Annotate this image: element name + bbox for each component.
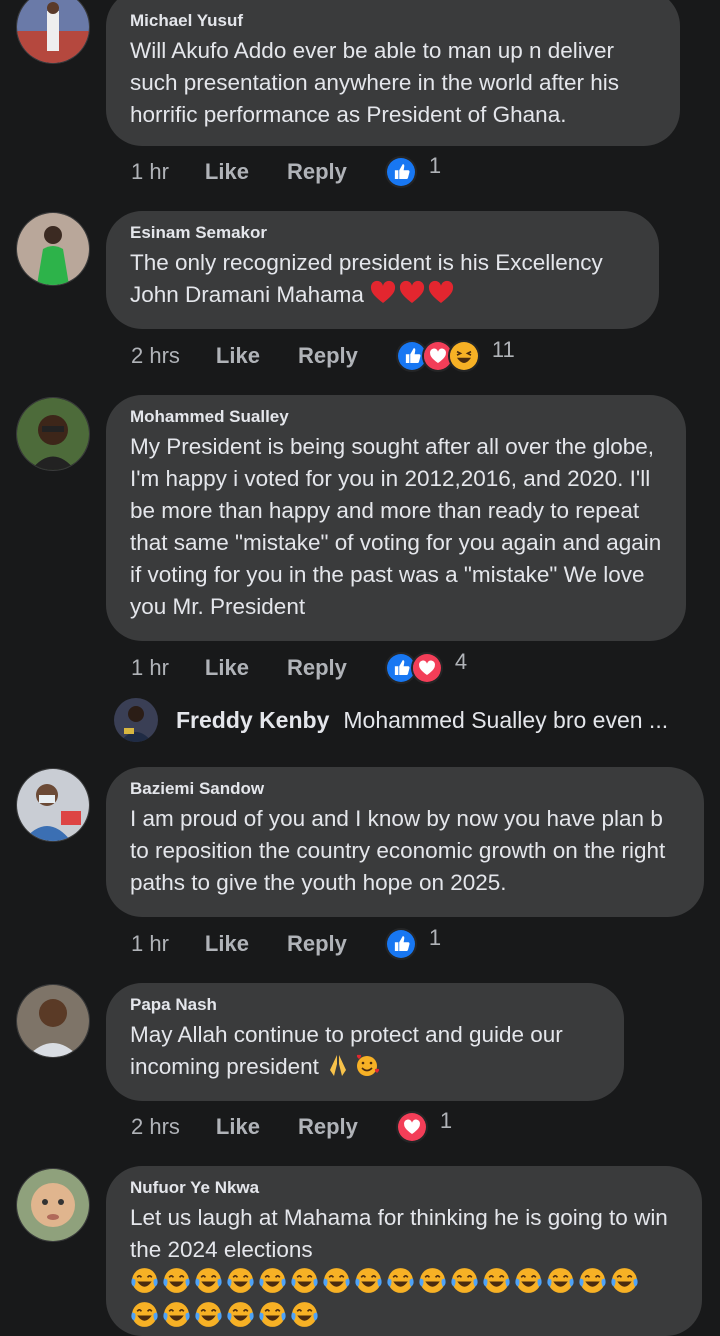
comment-text: My President is being sought after all o… [130, 434, 662, 619]
commenter-name[interactable]: Michael Yusuf [130, 11, 658, 31]
reaction-count[interactable]: 1 [429, 153, 441, 179]
like-button[interactable]: Like [205, 159, 249, 185]
tears-of-joy-icon [578, 1266, 607, 1295]
comment-text: I am proud of you and I know by now you … [130, 806, 666, 895]
comment-actions: 1 hr Like Reply 4 [131, 649, 467, 684]
tears-of-joy-icon [322, 1266, 351, 1295]
comment-bubble: Baziemi Sandow I am proud of you and I k… [106, 767, 704, 917]
comment-text: May Allah continue to protect and guide … [130, 1022, 563, 1079]
tears-of-joy-icon [162, 1266, 191, 1295]
tears-of-joy-icon [546, 1266, 575, 1295]
avatar[interactable] [16, 768, 90, 842]
avatar[interactable] [16, 0, 90, 64]
commenter-name[interactable]: Nufuor Ye Nkwa [130, 1178, 680, 1198]
tears-of-joy-icon [258, 1266, 287, 1295]
tears-of-joy-icon [450, 1266, 479, 1295]
timestamp[interactable]: 2 hrs [131, 1114, 180, 1140]
comment-actions: 2 hrs Like Reply 1 [131, 1108, 452, 1143]
like-button[interactable]: Like [216, 343, 260, 369]
comment-bubble: Nufuor Ye Nkwa Let us laugh at Mahama fo… [106, 1166, 702, 1336]
tears-of-joy-icon [610, 1266, 639, 1295]
tears-of-joy-icon [482, 1266, 511, 1295]
smiling-face-with-hearts-icon [354, 1052, 380, 1078]
reply-text: Mohammed Sualley bro even ... [343, 706, 669, 733]
timestamp[interactable]: 2 hrs [131, 343, 180, 369]
commenter-name[interactable]: Baziemi Sandow [130, 779, 682, 799]
like-reaction-icon [384, 928, 417, 960]
comment-text: The only recognized president is his Exc… [130, 250, 603, 307]
comment-actions: 2 hrs Like Reply 11 [131, 337, 515, 372]
tears-of-joy-icon [354, 1266, 383, 1295]
reply-button[interactable]: Reply [287, 159, 347, 185]
reaction-count[interactable]: 1 [440, 1108, 452, 1134]
tears-of-joy-icon [290, 1266, 319, 1295]
avatar[interactable] [16, 212, 90, 286]
reaction-count[interactable]: 1 [429, 925, 441, 951]
love-reaction-icon [410, 652, 443, 684]
reply-button[interactable]: Reply [287, 931, 347, 957]
avatar[interactable] [16, 1168, 90, 1242]
folded-hands-icon [325, 1052, 351, 1078]
reply-button[interactable]: Reply [298, 1114, 358, 1140]
like-button[interactable]: Like [205, 931, 249, 957]
love-reaction-icon [395, 1111, 428, 1143]
reaction-summary[interactable] [384, 928, 417, 960]
red-heart-icon [428, 280, 454, 306]
tears-of-joy-icon [514, 1266, 543, 1295]
reaction-summary[interactable] [395, 340, 480, 372]
reply-button[interactable]: Reply [287, 655, 347, 681]
like-button[interactable]: Like [216, 1114, 260, 1140]
tears-of-joy-icon [130, 1266, 159, 1295]
comment-text: Let us laugh at Mahama for thinking he i… [130, 1202, 680, 1334]
avatar[interactable] [114, 698, 158, 742]
tears-of-joy-icon [386, 1266, 415, 1295]
timestamp[interactable]: 1 hr [131, 655, 169, 681]
comment-bubble: Michael Yusuf Will Akufo Addo ever be ab… [106, 0, 680, 146]
avatar[interactable] [16, 397, 90, 471]
commenter-name[interactable]: Mohammed Sualley [130, 407, 664, 427]
timestamp[interactable]: 1 hr [131, 931, 169, 957]
like-reaction-icon [384, 156, 417, 188]
reply-preview[interactable]: Freddy Kenby Mohammed Sualley bro even .… [114, 698, 668, 742]
haha-reaction-icon [447, 340, 480, 372]
comment-bubble: Mohammed Sualley My President is being s… [106, 395, 686, 641]
reaction-count[interactable]: 11 [492, 337, 515, 363]
reaction-summary[interactable] [384, 652, 443, 684]
comment-actions: 1 hr Like Reply 1 [131, 153, 441, 188]
avatar[interactable] [16, 984, 90, 1058]
reaction-summary[interactable] [395, 1111, 428, 1143]
timestamp[interactable]: 1 hr [131, 159, 169, 185]
reaction-count[interactable]: 4 [455, 649, 467, 675]
tears-of-joy-icon [226, 1266, 255, 1295]
laugh-emoji-row [130, 1266, 680, 1334]
comment-text: Will Akufo Addo ever be able to man up n… [130, 38, 620, 127]
commenter-name[interactable]: Papa Nash [130, 995, 602, 1015]
reaction-summary[interactable] [384, 156, 417, 188]
comment-bubble: Papa Nash May Allah continue to protect … [106, 983, 624, 1101]
tears-of-joy-icon [194, 1266, 223, 1295]
tears-of-joy-icon [418, 1266, 447, 1295]
red-heart-icon [370, 280, 396, 306]
commenter-name[interactable]: Esinam Semakor [130, 223, 637, 243]
comment-actions: 1 hr Like Reply 1 [131, 925, 441, 960]
red-heart-icon [399, 280, 425, 306]
like-button[interactable]: Like [205, 655, 249, 681]
comment-bubble: Esinam Semakor The only recognized presi… [106, 211, 659, 329]
reply-author[interactable]: Freddy Kenby [176, 707, 329, 734]
reply-button[interactable]: Reply [298, 343, 358, 369]
